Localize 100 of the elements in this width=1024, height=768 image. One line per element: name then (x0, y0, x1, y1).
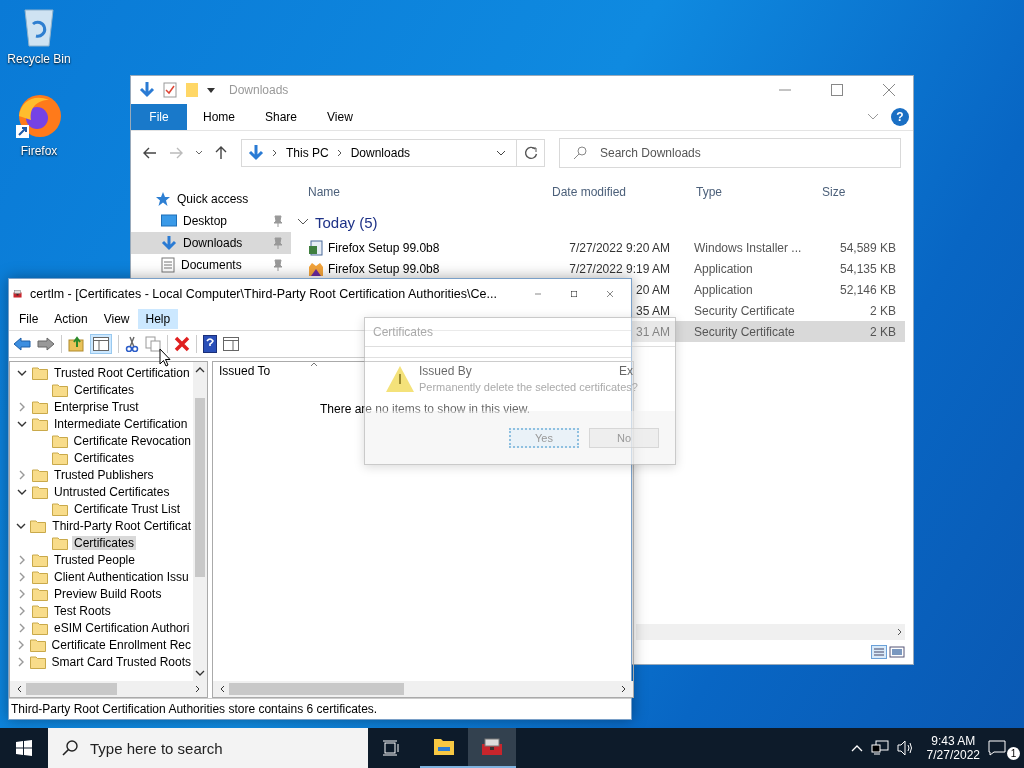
collapse-chevron-icon[interactable] (17, 419, 27, 428)
group-header[interactable]: Today (5) (315, 213, 378, 231)
expand-chevron-icon[interactable] (18, 401, 26, 412)
tree-item[interactable]: Third-Party Root Certificat (50, 518, 193, 533)
expand-chevron-icon[interactable] (18, 622, 26, 633)
recent-caret-icon[interactable] (195, 150, 203, 156)
maximize-icon[interactable] (831, 84, 843, 96)
tree-item[interactable]: Client Authentication Issu (52, 569, 191, 584)
dropdown-caret-icon[interactable] (207, 86, 215, 94)
tree-item[interactable]: Untrusted Certificates (52, 484, 172, 499)
desktop-icon-label[interactable]: Firefox (20, 144, 58, 158)
tree-item[interactable]: Certificate Enrollment Rec (49, 637, 193, 652)
search-field[interactable]: Search Downloads (559, 138, 901, 168)
vertical-scrollbar[interactable] (193, 362, 207, 681)
ribbon-tab[interactable]: Share (251, 104, 312, 130)
menu-item[interactable]: View (95, 309, 138, 329)
menu-item[interactable]: File (11, 309, 47, 329)
file-name[interactable]: Firefox Setup 99.0b8 (328, 261, 440, 276)
collapse-chevron-icon[interactable] (17, 368, 27, 377)
collapse-chevron-icon[interactable] (297, 218, 309, 226)
toolbox-icon[interactable] (481, 738, 503, 756)
expand-chevron-icon[interactable] (18, 554, 26, 565)
nav-item[interactable]: Downloads (131, 232, 291, 254)
refresh-icon[interactable] (523, 146, 538, 160)
task-view-icon[interactable] (382, 740, 400, 756)
desktop-icon-label[interactable]: Recycle Bin (7, 52, 71, 66)
ribbon-tab[interactable]: View (313, 104, 367, 130)
back-arrow-icon[interactable] (143, 147, 157, 159)
tree-item[interactable]: Certificates (72, 382, 137, 397)
volume-icon[interactable] (896, 740, 915, 756)
tree-item[interactable]: Enterprise Trust (52, 399, 141, 414)
console-tree-toggle-icon[interactable] (90, 334, 112, 354)
menu-item[interactable]: Help (137, 309, 179, 329)
tree-item[interactable]: Certificates (72, 450, 137, 465)
help-icon[interactable]: ? (891, 108, 909, 126)
column-header[interactable]: Ex (619, 364, 633, 378)
tree-item[interactable]: eSIM Certification Authori (52, 620, 192, 635)
pin-icon[interactable] (273, 259, 283, 271)
breadcrumb-chevron-icon[interactable] (272, 149, 278, 157)
breadcrumb[interactable]: This PC (286, 146, 329, 160)
tree-item[interactable]: Certificates (72, 535, 137, 550)
show-hidden-icons-caret-icon[interactable] (850, 744, 863, 752)
tree-item[interactable]: Trusted People (52, 552, 137, 567)
breadcrumb[interactable]: Downloads (350, 146, 411, 160)
up-arrow-icon[interactable] (215, 146, 227, 160)
column-header[interactable]: Date modified (552, 185, 696, 199)
column-header[interactable]: Size (816, 185, 882, 199)
ribbon-tab[interactable]: Home (189, 104, 249, 130)
forward-arrow-icon[interactable] (37, 337, 55, 351)
tree-item[interactable]: Test Roots (52, 603, 113, 618)
nav-item[interactable]: Desktop (131, 210, 291, 232)
dropdown-caret-icon[interactable] (496, 150, 506, 156)
expand-chevron-icon[interactable] (18, 469, 26, 480)
expand-ribbon-icon[interactable] (867, 113, 879, 121)
notification-center-icon[interactable] (988, 740, 1006, 756)
large-icons-view-icon[interactable] (889, 645, 905, 659)
copy-icon[interactable] (145, 336, 161, 352)
column-header[interactable]: Issued To (213, 364, 419, 378)
action-pane-icon[interactable] (223, 337, 239, 351)
nav-item[interactable]: Quick access (131, 188, 291, 210)
menu-item[interactable]: Action (46, 309, 96, 329)
tree-item[interactable]: Trusted Root Certification (52, 365, 192, 380)
network-icon[interactable] (870, 740, 889, 756)
column-header[interactable]: Issued By (419, 364, 619, 378)
file-tab[interactable]: File (131, 104, 187, 130)
expand-chevron-icon[interactable] (16, 639, 25, 650)
expand-chevron-icon[interactable] (18, 588, 26, 599)
collapse-chevron-icon[interactable] (17, 487, 27, 496)
expand-chevron-icon[interactable] (16, 656, 25, 667)
scissors-icon[interactable] (125, 336, 139, 352)
nav-item[interactable]: Documents (131, 254, 291, 276)
properties-icon[interactable] (163, 82, 177, 98)
recycle-bin-icon[interactable] (21, 6, 57, 48)
collapse-chevron-icon[interactable] (16, 521, 27, 530)
windows-start-icon[interactable] (16, 740, 32, 756)
tree-item[interactable]: Certificate Revocation (71, 433, 193, 448)
breadcrumb-chevron-icon[interactable] (336, 149, 343, 157)
pin-icon[interactable] (273, 215, 283, 227)
tree-item[interactable]: Smart Card Trusted Roots (49, 654, 193, 669)
column-header[interactable]: Type (696, 185, 816, 199)
help-book-icon[interactable] (203, 335, 217, 353)
tree-item[interactable]: Certificate Trust List (72, 501, 183, 516)
taskbar-search-field[interactable]: Type here to search (48, 728, 368, 768)
tree-item[interactable]: Trusted Publishers (52, 467, 156, 482)
horizontal-scrollbar[interactable] (10, 681, 207, 697)
clock[interactable]: 9:43 AM 7/27/2022 (926, 734, 980, 762)
close-icon[interactable] (883, 84, 895, 96)
tree-item[interactable]: Intermediate Certification (52, 416, 190, 431)
back-arrow-icon[interactable] (13, 337, 31, 351)
horizontal-scrollbar[interactable] (636, 624, 905, 640)
address-bar[interactable]: This PC Downloads (241, 139, 517, 167)
column-header[interactable]: Name (291, 185, 552, 199)
expand-chevron-icon[interactable] (18, 605, 26, 616)
tree-item[interactable]: Preview Build Roots (52, 586, 164, 601)
firefox-icon[interactable] (15, 92, 63, 140)
up-folder-icon[interactable] (68, 336, 84, 352)
download-arrow-icon[interactable] (139, 81, 155, 99)
expand-chevron-icon[interactable] (18, 571, 26, 582)
delete-icon[interactable] (174, 336, 190, 352)
folder-icon[interactable] (433, 738, 455, 756)
